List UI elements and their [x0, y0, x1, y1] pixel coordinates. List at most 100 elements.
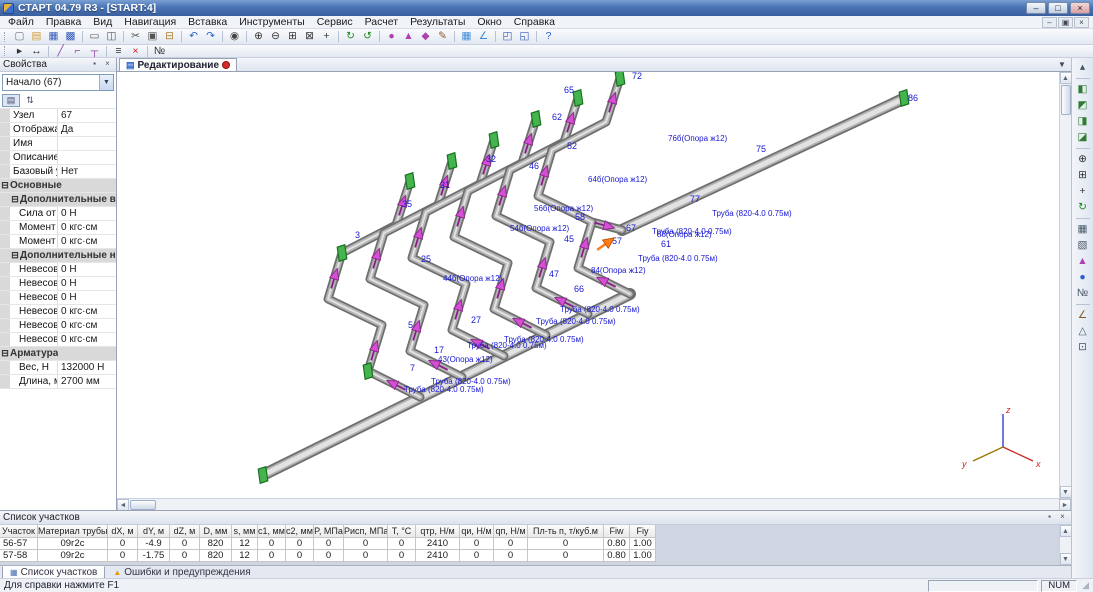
data-cell[interactable]: -1.75 [138, 550, 170, 562]
section-id-cell[interactable]: 56-57 [0, 538, 38, 550]
anchor-plate[interactable] [363, 363, 373, 380]
column-header[interactable]: Fiy [630, 525, 656, 538]
column-header[interactable]: Fiw [604, 525, 630, 538]
menu-item-insert[interactable]: Вставка [182, 16, 233, 29]
property-value[interactable]: 132000 Н [57, 361, 116, 374]
open-file-icon[interactable]: ▤ [28, 30, 45, 43]
column-header[interactable]: dZ, м [170, 525, 200, 538]
data-cell[interactable]: -4.9 [138, 538, 170, 550]
menu-item-calculation[interactable]: Расчет [359, 16, 404, 29]
tab-editing[interactable]: ▤ Редактирование [119, 58, 237, 71]
pin-icon[interactable]: ▪ [89, 59, 100, 70]
data-cell[interactable]: 0 [528, 550, 604, 562]
close-icon[interactable]: × [102, 59, 113, 70]
data-cell[interactable]: 1.00 [630, 538, 656, 550]
zoom-in-view-icon[interactable]: ⊕ [1074, 152, 1092, 167]
pipe-loop-3[interactable] [412, 140, 504, 356]
scroll-down-icon[interactable]: ▼ [1060, 553, 1072, 565]
shaded-mode-icon[interactable]: ▧ [1074, 238, 1092, 253]
node-label[interactable]: 5 [408, 320, 413, 330]
print-preview-icon[interactable]: ◫ [103, 30, 120, 43]
rotate-view-icon[interactable]: ↻ [342, 30, 359, 43]
add-segment-icon[interactable]: ╱ [52, 45, 69, 58]
data-cell[interactable]: 0 [170, 550, 200, 562]
toolbar-grip[interactable] [4, 46, 7, 56]
add-bend-icon[interactable]: ⌐ [69, 45, 86, 58]
wireframe-mode-icon[interactable]: ▦ [1074, 222, 1092, 237]
pan-view-icon[interactable]: + [1074, 184, 1092, 199]
print-icon[interactable]: ▭ [86, 30, 103, 43]
scroll-up-icon[interactable]: ▴ [1074, 60, 1092, 75]
data-cell[interactable]: 0 [388, 550, 416, 562]
collapse-icon[interactable]: ⊟ [0, 179, 10, 192]
property-value[interactable]: 0 Н [57, 207, 116, 220]
anchor-plate[interactable] [447, 153, 457, 170]
property-group-row[interactable]: ⊟Дополнительные неве [0, 249, 116, 263]
data-cell[interactable]: 0 [314, 550, 344, 562]
node-label[interactable]: 47 [549, 269, 559, 279]
collapse-icon[interactable]: ⊟ [10, 193, 20, 206]
table-vertical-scrollbar[interactable]: ▲ ▼ [1059, 525, 1071, 565]
measure-icon[interactable]: ∠ [1074, 308, 1092, 323]
node-label[interactable]: 66 [574, 284, 584, 294]
node-label[interactable]: 17 [434, 345, 444, 355]
data-cell[interactable]: 0 [494, 538, 528, 550]
menu-item-edit[interactable]: Правка [40, 16, 87, 29]
property-value[interactable]: Нет [57, 165, 116, 178]
window-cascade-icon[interactable]: ◰ [499, 30, 516, 43]
show-supports-icon[interactable]: ▲ [1074, 254, 1092, 269]
categorized-view-icon[interactable]: ▤ [2, 94, 20, 107]
mdi-restore-button[interactable]: ▣ [1058, 17, 1073, 28]
renumber-icon[interactable]: № [151, 45, 168, 58]
insert-node-icon[interactable]: ● [383, 30, 400, 43]
redo-icon[interactable]: ↷ [202, 30, 219, 43]
properties-tool-icon[interactable]: ≡ [110, 45, 127, 58]
mdi-minimize-button[interactable]: – [1042, 17, 1057, 28]
anchor-plate[interactable] [405, 173, 415, 190]
data-cell[interactable]: 0 [258, 538, 286, 550]
alphabetical-sort-icon[interactable]: ⇅ [21, 94, 39, 107]
data-cell[interactable]: 0 [494, 550, 528, 562]
node-label[interactable]: 45 [564, 234, 574, 244]
save-all-icon[interactable]: ▩ [62, 30, 79, 43]
column-header[interactable]: dX, м [108, 525, 138, 538]
add-tee-icon[interactable]: ┬ [86, 45, 103, 58]
zoom-extents-icon[interactable]: ⊠ [301, 30, 318, 43]
cut-icon[interactable]: ✂ [127, 30, 144, 43]
pipe-loop-1[interactable] [328, 181, 420, 397]
property-value[interactable]: 0 кгс·см [57, 221, 116, 234]
pan-icon[interactable]: + [318, 30, 335, 43]
view-settings-icon[interactable]: ⊡ [1074, 340, 1092, 355]
collapse-icon[interactable]: ⊟ [10, 249, 20, 262]
column-header[interactable]: Пл-ть п, т/куб.м [528, 525, 604, 538]
scroll-thumb[interactable] [1061, 85, 1071, 115]
node-label[interactable]: 27 [471, 315, 481, 325]
property-value[interactable]: 0 кгс·см [57, 235, 116, 248]
view-side-icon[interactable]: ◨ [1074, 114, 1092, 129]
property-value[interactable]: 0 кгс·см [57, 333, 116, 346]
tab-list-button[interactable]: ▼ [1055, 58, 1069, 71]
data-cell[interactable]: 0.80 [604, 550, 630, 562]
rotate-view-3d-icon[interactable]: ↻ [1074, 200, 1092, 215]
pipe-loop-6[interactable] [538, 78, 630, 294]
scroll-thumb[interactable] [130, 500, 156, 510]
property-value[interactable]: 0 Н [57, 277, 116, 290]
help-icon[interactable]: ? [540, 30, 557, 43]
property-value[interactable]: 0 Н [57, 263, 116, 276]
data-cell[interactable]: 0 [344, 538, 388, 550]
node-label[interactable]: 52 [567, 141, 577, 151]
data-cell[interactable]: 0 [344, 550, 388, 562]
column-header[interactable]: qп, Н/м [494, 525, 528, 538]
undo-icon[interactable]: ↶ [185, 30, 202, 43]
property-group-row[interactable]: ⊟Основные [0, 179, 116, 193]
collapse-icon[interactable]: ⊟ [0, 347, 10, 360]
pin-icon[interactable]: ▪ [1044, 512, 1055, 523]
column-header[interactable]: c1, мм [258, 525, 286, 538]
minimize-button[interactable]: – [1026, 2, 1046, 14]
zoom-window-icon[interactable]: ⊞ [284, 30, 301, 43]
node-label[interactable]: 58 [575, 212, 585, 222]
data-cell[interactable]: 0.80 [604, 538, 630, 550]
property-group-row[interactable]: ⊟Дополнительные весо [0, 193, 116, 207]
column-header[interactable]: D, мм [200, 525, 232, 538]
column-header[interactable]: Рисп, МПа [344, 525, 388, 538]
